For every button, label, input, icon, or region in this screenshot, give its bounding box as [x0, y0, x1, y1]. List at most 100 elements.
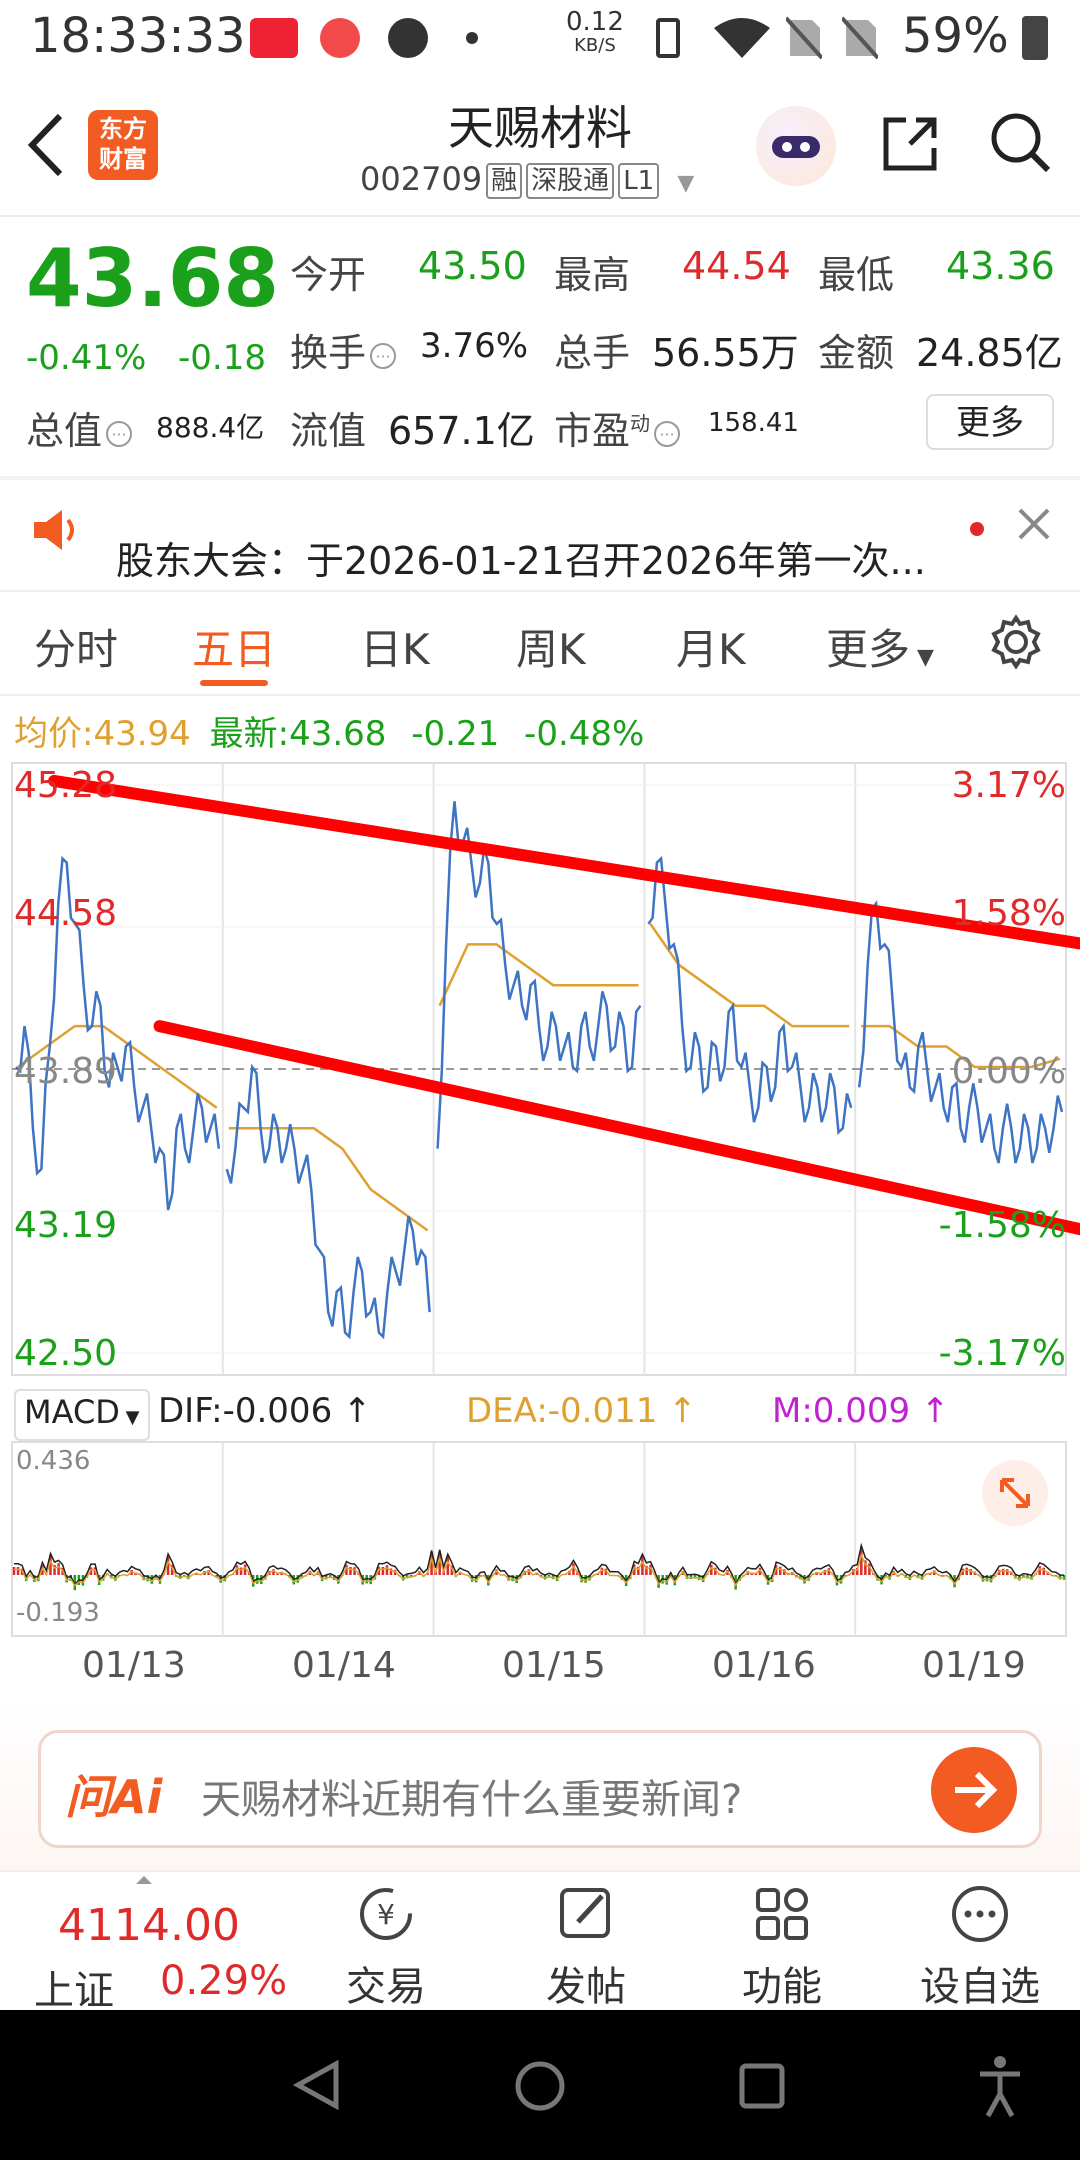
- announcement-text: 股东大会：于2026-01-21召开2026年第一次...: [116, 539, 926, 583]
- macd-frame: [11, 1441, 1067, 1637]
- info-icon: ···: [370, 342, 397, 369]
- battery-percent: 59%: [902, 8, 1009, 64]
- x-tick: 01/16: [712, 1645, 816, 1686]
- nav-home-icon[interactable]: [514, 2060, 566, 2112]
- y-tick-right: -1.58%: [938, 1205, 1066, 1246]
- unread-dot: [970, 522, 984, 536]
- y-tick-right: -3.17%: [938, 1333, 1066, 1374]
- toutiao-icon: [250, 18, 298, 58]
- info-icon: ···: [654, 420, 681, 447]
- arrow-right-icon: [955, 1771, 998, 1809]
- five-day-price-chart[interactable]: [0, 755, 1080, 1381]
- close-icon[interactable]: [1016, 506, 1052, 542]
- turnover-value: 3.76%: [420, 326, 529, 366]
- index-name[interactable]: 上证: [34, 1958, 114, 2016]
- index-value[interactable]: 4114.00: [58, 1900, 240, 1951]
- open-value: 43.50: [418, 244, 527, 288]
- avg-price-line: [438, 943, 639, 1007]
- trade-label: 交易: [346, 1964, 426, 2010]
- active-tab-indicator: [200, 680, 268, 686]
- expand-chart-button[interactable]: [982, 1460, 1048, 1526]
- change-amount: -0.18: [178, 338, 266, 378]
- dif-value: DIF:-0.006 ↑: [158, 1391, 372, 1431]
- chart-period-tabs: 分时 五日 日K 周K 月K 更多 ▼: [0, 590, 1080, 696]
- amount-label: 金额: [818, 331, 895, 375]
- nav-recents-icon[interactable]: [738, 2062, 786, 2110]
- macd-indicator-bar: MACD ▼ DIF:-0.006 ↑ DEA:-0.011 ↑ M:0.009…: [0, 1385, 1080, 1441]
- trade-button[interactable]: ¥ 交易: [326, 1882, 446, 2012]
- x-tick: 01/19: [922, 1645, 1026, 1686]
- functions-label: 功能: [742, 1964, 822, 2010]
- tag-margin: 融: [486, 163, 523, 199]
- phone-icon: [656, 18, 680, 58]
- chat-app-icon: [388, 18, 428, 58]
- turnover-label: 换手 ···: [290, 322, 397, 377]
- tab-daily-k[interactable]: 日K: [360, 616, 430, 677]
- x-tick: 01/14: [292, 1645, 396, 1686]
- functions-button[interactable]: 功能: [722, 1882, 842, 2012]
- ask-ai-submit-button[interactable]: [931, 1747, 1017, 1833]
- float-value: 657.1亿: [388, 409, 535, 453]
- post-button[interactable]: 发帖: [526, 1882, 646, 2012]
- caret-up-icon: [136, 1876, 152, 1884]
- tag-level: L1: [618, 163, 660, 199]
- share-icon[interactable]: [880, 112, 942, 174]
- edit-icon: [560, 1888, 610, 1938]
- x-tick: 01/13: [82, 1645, 186, 1686]
- m-value: M:0.009 ↑: [772, 1391, 950, 1431]
- post-label: 发帖: [546, 1964, 626, 2010]
- index-percent[interactable]: 0.29%: [160, 1958, 287, 2004]
- tab-monthly-k[interactable]: 月K: [676, 616, 746, 677]
- low-label: 最低: [818, 253, 895, 297]
- more-quote-button[interactable]: 更多: [926, 394, 1054, 450]
- gear-icon[interactable]: [988, 614, 1044, 670]
- y-tick-left: 45.28: [14, 765, 118, 806]
- amount-value: 24.85亿: [916, 331, 1063, 375]
- bottom-toolbar: 4114.00 上证 0.29% ¥ 交易 发帖 功能 设自选: [0, 1870, 1080, 2014]
- system-nav-bar: [0, 2010, 1080, 2160]
- indicator-selector[interactable]: MACD ▼: [14, 1389, 150, 1441]
- stock-header: 东方 财富 天赐材料 002709 融深股通 L1 ▼: [0, 80, 1080, 217]
- grid-icon: [756, 1888, 808, 1940]
- y-tick-right: 1.58%: [951, 893, 1066, 934]
- y-tick-right: 0.00%: [951, 1051, 1066, 1092]
- price-line: [857, 899, 1064, 1164]
- tab-weekly-k[interactable]: 周K: [516, 616, 586, 677]
- info-icon: ···: [106, 420, 133, 447]
- tab-more[interactable]: 更多 ▼: [826, 616, 934, 677]
- ask-ai-input[interactable]: 问Ai 天赐材料近期有什么重要新闻?: [38, 1730, 1042, 1848]
- dea-value: DEA:-0.011 ↑: [466, 1391, 697, 1431]
- price-summary-line: 均价:43.94 最新:43.68 -0.21 -0.48%: [14, 714, 645, 754]
- change-percent: -0.41%: [26, 338, 147, 378]
- more-notifications-icon: [466, 32, 478, 44]
- more-dots-icon: [952, 1886, 1008, 1942]
- high-value: 44.54: [682, 244, 791, 288]
- ai-assistant-avatar[interactable]: [756, 106, 836, 186]
- y-tick-left: 42.50: [14, 1333, 118, 1374]
- macd-chart[interactable]: [0, 1440, 1080, 1640]
- tab-intraday[interactable]: 分时: [34, 616, 118, 677]
- trend-line: [48, 774, 1080, 950]
- video-app-icon: [320, 18, 360, 58]
- announcement-banner[interactable]: 股东大会：于2026-01-21召开2026年第一次...: [0, 480, 1080, 590]
- status-bar: 18:33:33 0.12 KB/S 59%: [0, 0, 1080, 80]
- open-label: 今开: [290, 253, 367, 297]
- float-label: 流值: [290, 409, 367, 453]
- price-line: [225, 1063, 431, 1340]
- search-icon[interactable]: [988, 110, 1052, 174]
- y-tick-left: 43.19: [14, 1205, 118, 1246]
- battery-icon: [1022, 16, 1048, 60]
- y-tick-right: 3.17%: [951, 765, 1066, 806]
- add-watchlist-label: 设自选: [920, 1964, 1040, 2010]
- accessibility-icon[interactable]: [976, 2054, 1024, 2118]
- ask-ai-placeholder: 天赐材料近期有什么重要新闻?: [201, 1777, 743, 1823]
- x-tick: 01/15: [502, 1645, 606, 1686]
- nav-back-icon[interactable]: [292, 2060, 342, 2110]
- y-tick-left: 44.58: [14, 893, 118, 934]
- dropdown-caret-icon: ▼: [677, 171, 695, 196]
- mcap-label: 总值 ···: [26, 400, 133, 455]
- ask-ai-logo: 问Ai: [65, 1770, 163, 1824]
- stock-code: 002709: [360, 160, 483, 198]
- add-watchlist-button[interactable]: 设自选: [920, 1882, 1040, 2012]
- tab-five-day[interactable]: 五日: [192, 616, 276, 677]
